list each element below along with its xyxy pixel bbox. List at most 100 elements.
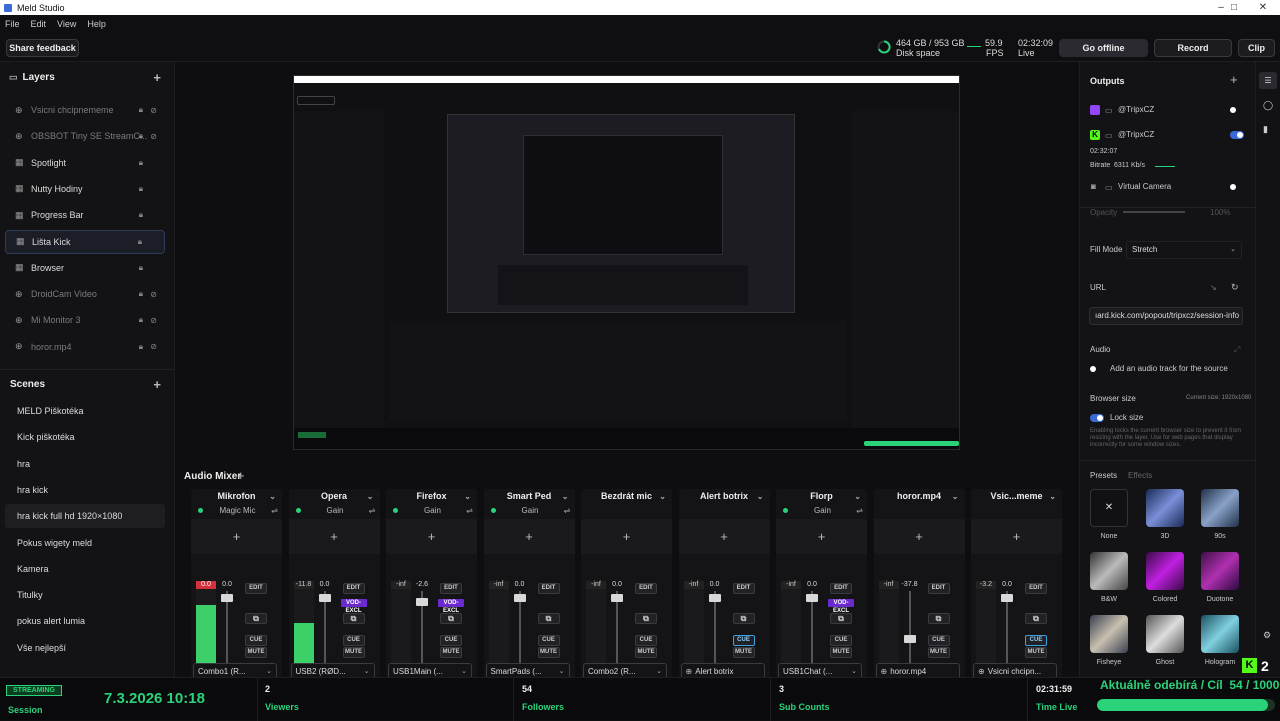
volume-fader-track[interactable] [323, 591, 326, 666]
add-filter-button[interactable]: + [386, 519, 477, 554]
maximize-button[interactable]: □ [1221, 0, 1247, 15]
adjust-icon[interactable]: ⇌ [856, 505, 863, 516]
mute-button[interactable]: MUTE [245, 647, 267, 658]
volume-fader-knob[interactable] [903, 635, 916, 643]
gain-control[interactable]: Gain ⇌ [391, 505, 474, 516]
volume-fader-track[interactable] [1006, 591, 1008, 666]
url-input[interactable]: ıard.kick.com/popout/tripxcz/session-inf… [1089, 307, 1243, 325]
chevron-down-icon[interactable]: ⌄ [757, 490, 764, 504]
mute-button[interactable]: MUTE [830, 647, 852, 658]
monitor-icon[interactable]: ⧉ [342, 613, 365, 624]
preset-thumbnail[interactable] [1090, 615, 1128, 653]
cue-button[interactable]: CUE [537, 635, 560, 646]
cue-button[interactable]: CUE [245, 635, 267, 646]
cue-button[interactable]: CUE [927, 635, 950, 646]
scene-item[interactable]: Kick piškotéka [5, 425, 165, 449]
gain-control[interactable]: Gain ⇌ [781, 505, 864, 516]
scene-item[interactable]: hra [5, 452, 165, 476]
chevron-down-icon[interactable]: ⌄ [952, 490, 959, 504]
add-filter-button[interactable]: + [776, 519, 867, 554]
gain-control[interactable]: Gain ⇌ [489, 505, 572, 516]
hidden-eye-icon[interactable]: ⊘ [150, 316, 157, 325]
volume-fader-track[interactable] [908, 591, 911, 666]
scene-item[interactable]: Pokus wigety meld [5, 531, 165, 555]
cue-button[interactable]: CUE [635, 635, 657, 646]
monitor-icon[interactable]: ⧉ [830, 613, 852, 624]
strip-name[interactable]: Mikrofon ⌄ [191, 489, 282, 503]
volume-fader-knob[interactable] [708, 594, 721, 602]
add-scene-button[interactable]: + [153, 377, 161, 392]
preset-thumbnail[interactable]: ✕ [1090, 489, 1128, 527]
scene-item[interactable]: hra kick [5, 478, 165, 502]
volume-fader-knob[interactable] [318, 594, 331, 602]
preset-thumbnail[interactable] [1146, 489, 1184, 527]
menu-help[interactable]: Help [87, 19, 106, 29]
layer-item[interactable]: ▦ Lišta Kick 🔒︎ [5, 229, 165, 254]
chat-icon[interactable]: ◯ [1263, 100, 1273, 111]
go-offline-button[interactable]: Go offline [1059, 39, 1148, 57]
cue-button[interactable]: CUE [732, 635, 755, 646]
mute-button[interactable]: MUTE [440, 647, 462, 658]
mute-button[interactable]: MUTE [1025, 647, 1047, 658]
monitor-icon[interactable]: ⧉ [245, 613, 267, 624]
vod-exclude-badge[interactable]: VOD-EXCL [340, 599, 367, 614]
adjust-icon[interactable]: ⇌ [369, 505, 376, 516]
lock-icon[interactable]: 🔒︎ [138, 237, 142, 247]
add-filter-button[interactable]: + [483, 519, 575, 554]
expand-icon[interactable]: ⤢ [1234, 345, 1240, 355]
hidden-eye-icon[interactable]: ⊘ [150, 342, 157, 351]
volume-fader-knob[interactable] [806, 594, 818, 602]
add-audio-source-button[interactable]: + [237, 468, 245, 483]
chevron-down-icon[interactable]: ⌄ [562, 490, 569, 504]
layer-item[interactable]: ▦ Browser 🔒︎ [5, 256, 165, 280]
layer-item[interactable]: ⊕ Vsicni chcipnememe 🔒︎ ⊘ [5, 98, 165, 122]
chevron-down-icon[interactable]: ⌄ [464, 490, 471, 504]
gain-control[interactable]: Gain ⇌ [294, 505, 377, 516]
edit-button[interactable]: EDIT [1025, 583, 1047, 594]
effects-tab[interactable]: Effects [1128, 471, 1152, 480]
scene-item[interactable]: Vše nejlepší [5, 636, 165, 660]
kick-output-toggle[interactable] [1230, 131, 1244, 139]
volume-fader-track[interactable] [713, 591, 716, 666]
volume-fader-track[interactable] [226, 591, 228, 666]
adjust-icon[interactable]: ⇌ [466, 505, 473, 516]
layer-item[interactable]: ⊕ DroidCam Video 🔒︎ ⊘ [5, 282, 165, 306]
lock-icon[interactable]: 🔒︎ [139, 315, 143, 325]
lock-icon[interactable]: 🔒︎ [139, 105, 143, 115]
strip-name[interactable]: Bezdrát mic ⌄ [581, 489, 672, 503]
preset-thumbnail[interactable] [1201, 489, 1239, 527]
edit-button[interactable]: EDIT [245, 583, 267, 594]
opacity-slider[interactable] [1123, 211, 1185, 213]
stats-icon[interactable]: ▮ [1263, 124, 1268, 135]
add-layer-button[interactable]: + [153, 70, 161, 85]
monitor-icon[interactable]: ⧉ [635, 613, 657, 624]
strip-name[interactable]: Smart Ped ⌄ [484, 489, 575, 503]
preset-thumbnail[interactable] [1201, 552, 1239, 590]
preset-thumbnail[interactable] [1146, 615, 1184, 653]
chevron-down-icon[interactable]: ⌄ [1049, 490, 1056, 504]
monitor-icon[interactable]: ⧉ [440, 613, 462, 624]
edit-button[interactable]: EDIT [440, 583, 462, 594]
add-filter-button[interactable]: + [971, 519, 1062, 554]
chevron-down-icon[interactable]: ⌄ [269, 490, 276, 504]
edit-button[interactable]: EDIT [732, 583, 755, 594]
record-button[interactable]: Record [1154, 39, 1232, 57]
pick-icon[interactable]: ↘ [1210, 283, 1217, 292]
twitch-status-dot[interactable] [1230, 107, 1236, 113]
mute-button[interactable]: MUTE [342, 647, 365, 658]
volume-fader-knob[interactable] [1001, 594, 1013, 602]
refresh-icon[interactable]: ↻ [1231, 282, 1239, 293]
volume-fader-track[interactable] [616, 591, 618, 666]
lock-icon[interactable]: 🔒︎ [139, 210, 143, 220]
hidden-eye-icon[interactable]: ⊘ [150, 132, 157, 141]
menu-edit[interactable]: Edit [31, 19, 47, 29]
layer-item[interactable]: ⊕ horor.mp4 🔒︎ ⊘ [5, 335, 165, 359]
cue-button[interactable]: CUE [1025, 635, 1047, 646]
vod-exclude-badge[interactable]: VOD-EXCL [828, 599, 854, 614]
monitor-icon[interactable]: ⧉ [1025, 613, 1047, 624]
mute-button[interactable]: MUTE [635, 647, 657, 658]
lock-icon[interactable]: 🔒︎ [139, 184, 143, 194]
volume-fader-knob[interactable] [416, 598, 428, 606]
mute-button[interactable]: MUTE [927, 647, 950, 658]
clip-button[interactable]: Clip [1238, 39, 1275, 57]
